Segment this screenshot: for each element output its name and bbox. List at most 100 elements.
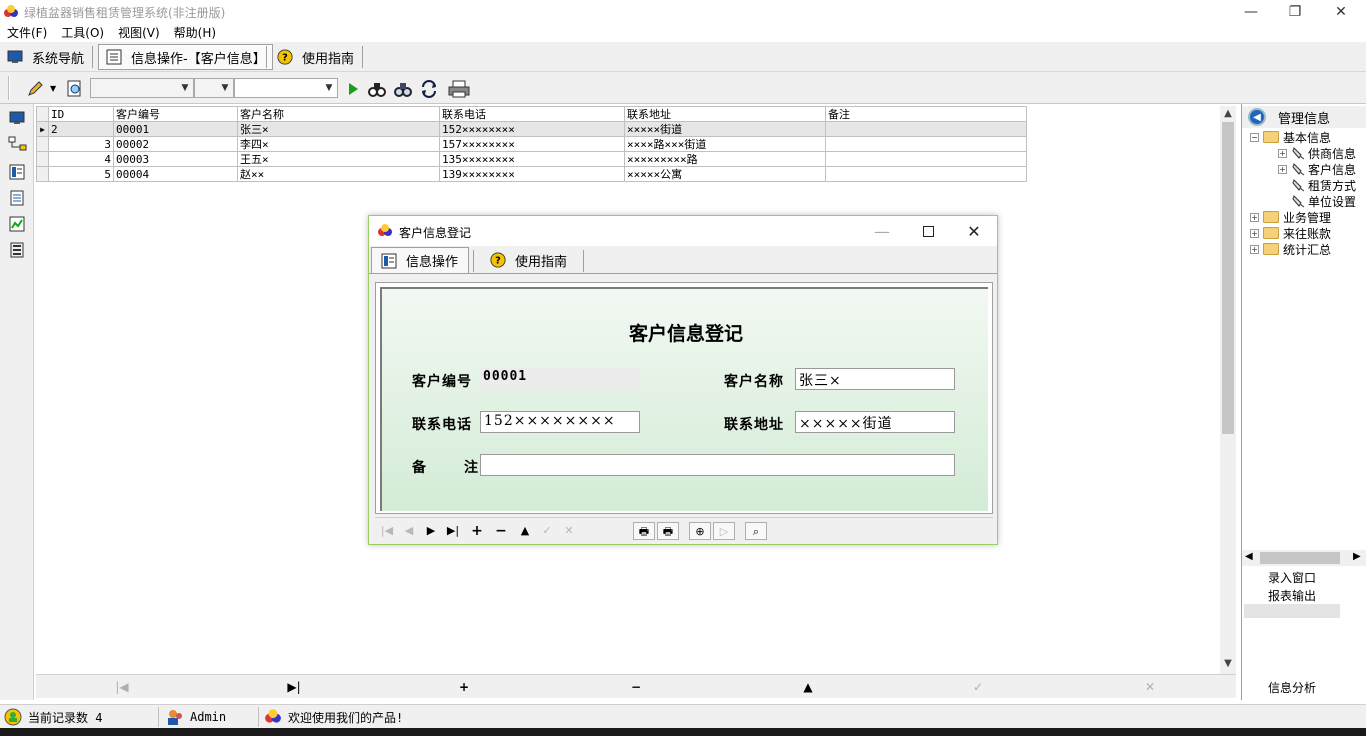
cell-name[interactable]: 王五× <box>237 151 440 167</box>
column-header-phone[interactable]: 联系电话 <box>439 106 625 122</box>
customer-code-field[interactable]: 00001 <box>480 368 640 390</box>
table-row[interactable]: 4 00003 王五× 135×××××××× ×××××××××路 <box>36 151 1027 167</box>
post-record-icon[interactable]: ✓ <box>537 522 557 540</box>
dialog-close-button[interactable]: ✕ <box>951 216 997 246</box>
monitor-icon[interactable] <box>9 110 25 126</box>
list-icon[interactable] <box>9 242 25 258</box>
cell-address[interactable]: ×××××公寓 <box>624 166 826 182</box>
cell-note[interactable] <box>825 151 1027 167</box>
dialog-tab-info[interactable]: 信息操作 <box>371 247 469 273</box>
edit-record-icon[interactable]: ▲ <box>515 522 535 540</box>
cell-address[interactable]: ×××××××××路 <box>624 151 826 167</box>
customer-name-field[interactable]: 张三× <box>795 368 955 390</box>
search-doc-icon[interactable] <box>66 80 84 98</box>
collapse-icon[interactable]: − <box>1250 132 1259 142</box>
tree-node-supplier[interactable]: + 供商信息 <box>1278 145 1356 161</box>
column-header-id[interactable]: ID <box>48 106 114 122</box>
dialog-tab-guide[interactable]: ? 使用指南 <box>481 247 567 273</box>
table-row[interactable]: ▶ 2 00001 张三× 152×××××××× ×××××街道 <box>36 121 1027 137</box>
cancel-record-icon[interactable]: ✕ <box>1140 679 1160 695</box>
report-output-link[interactable]: 报表输出 <box>1242 587 1342 605</box>
cell-name[interactable]: 张三× <box>237 121 440 137</box>
tree-horizontal-scrollbar[interactable]: ◀ ▶ <box>1242 550 1366 566</box>
chart-icon[interactable] <box>9 216 25 232</box>
tree-node-basic[interactable]: − 基本信息 <box>1250 129 1331 145</box>
column-header-code[interactable]: 客户编号 <box>113 106 238 122</box>
first-record-icon[interactable]: |◀ <box>377 522 397 540</box>
scroll-thumb[interactable] <box>1222 122 1234 434</box>
delete-record-icon[interactable]: − <box>626 679 646 695</box>
cell-id[interactable]: 2 <box>48 121 114 137</box>
post-record-icon[interactable]: ✓ <box>968 679 988 695</box>
print-preview-icon[interactable]: 🖶 <box>657 522 679 540</box>
tree-node-unit[interactable]: 单位设置 <box>1291 193 1356 209</box>
menu-tools[interactable]: 工具(O) <box>54 24 111 42</box>
tab-system-nav[interactable]: 系统导航 <box>6 44 84 70</box>
play-icon[interactable] <box>344 80 362 98</box>
print-icon[interactable]: 🖶 <box>633 522 655 540</box>
expand-icon[interactable]: + <box>1278 148 1287 158</box>
edit-record-icon[interactable]: ▲ <box>798 679 818 695</box>
hierarchy-icon[interactable] <box>8 136 28 152</box>
scroll-down-icon[interactable]: ▼ <box>1220 658 1236 669</box>
search-icon[interactable]: ⌕ <box>745 522 767 540</box>
column-header-name[interactable]: 客户名称 <box>237 106 440 122</box>
scroll-thumb[interactable] <box>1260 552 1340 564</box>
prior-record-icon[interactable]: ◀ <box>399 522 419 540</box>
find-next-icon[interactable] <box>394 80 412 98</box>
cell-id[interactable]: 3 <box>48 136 114 152</box>
cell-phone[interactable]: 135×××××××× <box>439 151 625 167</box>
last-record-icon[interactable]: ▶| <box>284 679 304 695</box>
cell-id[interactable]: 5 <box>48 166 114 182</box>
value-select[interactable]: ▼ <box>234 78 338 98</box>
cell-name[interactable]: 赵×× <box>237 166 440 182</box>
scroll-left-icon[interactable]: ◀ <box>1245 551 1253 562</box>
tab-info-operation[interactable]: 信息操作-【客户信息】 <box>98 44 273 70</box>
zoom-icon[interactable]: ⊕ <box>689 522 711 540</box>
menu-help[interactable]: 帮助(H) <box>167 24 223 42</box>
cancel-record-icon[interactable]: ✕ <box>559 522 579 540</box>
cell-phone[interactable]: 157×××××××× <box>439 136 625 152</box>
cell-code[interactable]: 00001 <box>113 121 238 137</box>
first-record-icon[interactable]: |◀ <box>112 679 132 695</box>
expand-icon[interactable]: + <box>1278 164 1287 174</box>
operator-select[interactable]: ▼ <box>194 78 234 98</box>
cell-code[interactable]: 00003 <box>113 151 238 167</box>
expand-icon[interactable]: + <box>1250 212 1259 222</box>
refresh-icon[interactable] <box>420 80 438 98</box>
table-row[interactable]: 5 00004 赵×× 139×××××××× ×××××公寓 <box>36 166 1027 182</box>
table-row[interactable]: 3 00002 李四× 157×××××××× ××××路×××街道 <box>36 136 1027 152</box>
address-field[interactable]: ×××××街道 <box>795 411 955 433</box>
document-icon[interactable] <box>9 190 25 206</box>
form-icon[interactable] <box>9 164 25 180</box>
tree-node-rental[interactable]: 租赁方式 <box>1291 177 1356 193</box>
binoculars-icon[interactable] <box>368 80 386 98</box>
tab-user-guide[interactable]: ? 使用指南 <box>276 44 354 70</box>
cell-code[interactable]: 00004 <box>113 166 238 182</box>
menu-view[interactable]: 视图(V) <box>111 24 167 42</box>
scroll-up-icon[interactable]: ▲ <box>1220 108 1236 119</box>
cell-phone[interactable]: 139×××××××× <box>439 166 625 182</box>
cell-note[interactable] <box>825 121 1027 137</box>
cell-phone[interactable]: 152×××××××× <box>439 121 625 137</box>
entry-window-link[interactable]: 录入窗口 <box>1242 569 1342 587</box>
restore-button[interactable]: ❐ <box>1272 0 1318 24</box>
column-header-note[interactable]: 备注 <box>825 106 1027 122</box>
scroll-right-icon[interactable]: ▶ <box>1353 551 1361 562</box>
cell-note[interactable] <box>825 166 1027 182</box>
note-field[interactable] <box>480 454 955 476</box>
minimize-button[interactable]: — <box>1228 0 1274 24</box>
next-record-icon[interactable]: ▶ <box>421 522 441 540</box>
cell-note[interactable] <box>825 136 1027 152</box>
expand-icon[interactable]: + <box>1250 228 1259 238</box>
tree-node-business[interactable]: + 业务管理 <box>1250 209 1331 225</box>
field-select[interactable]: ▼ <box>90 78 194 98</box>
expand-icon[interactable]: + <box>1250 244 1259 254</box>
cell-address[interactable]: ××××路×××街道 <box>624 136 826 152</box>
add-record-icon[interactable]: + <box>454 679 474 695</box>
next-page-icon[interactable]: ▷ <box>713 522 735 540</box>
tree-node-summary[interactable]: + 统计汇总 <box>1250 241 1331 257</box>
dialog-maximize-button[interactable] <box>905 216 951 246</box>
pencil-dropdown-arrow[interactable]: ▼ <box>50 84 56 93</box>
tree-node-accounts[interactable]: + 来往账款 <box>1250 225 1331 241</box>
